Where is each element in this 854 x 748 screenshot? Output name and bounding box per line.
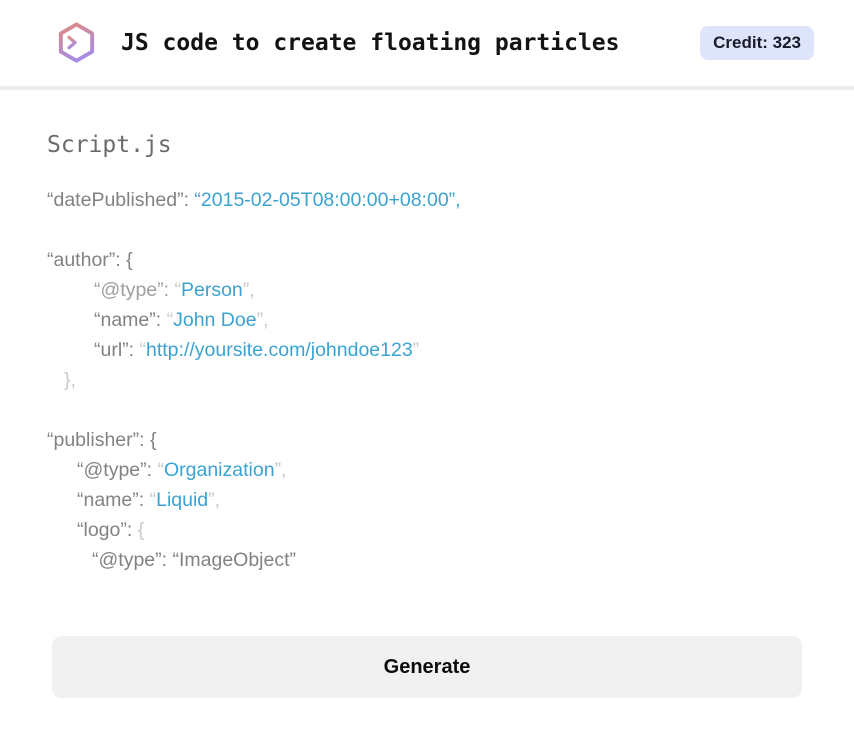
code-token: “name”: [77, 489, 150, 511]
code-token: http://yoursite.com/johndoe123 [146, 339, 413, 361]
file-title: Script.js [47, 132, 172, 158]
generate-button[interactable]: Generate [52, 636, 802, 698]
code-line: “name”: “Liquid”, [47, 485, 807, 515]
code-token: “publisher”: { [47, 429, 157, 451]
code-token: { [137, 519, 145, 541]
code-token: “datePublished”: [47, 189, 195, 211]
code-token: “author”: { [47, 249, 133, 271]
code-line: “@type”: “Organization”, [47, 455, 807, 485]
code-token: “2015-02-05T08:00:00+08:00”, [194, 189, 461, 211]
code-line: “url”: “http://yoursite.com/johndoe123” [47, 335, 807, 365]
code-line: “author”: { [47, 245, 807, 275]
code-token: “name”: [94, 309, 167, 331]
code-line: “publisher”: { [47, 425, 807, 455]
code-token: “@type”: [94, 279, 175, 301]
code-token: ”, [256, 309, 269, 331]
code-token: “@type”: “ImageObject” [92, 549, 297, 571]
page-title: JS code to create floating particles [121, 30, 620, 56]
code-line: “@type”: “Person”, [47, 275, 807, 305]
code-token: ”, [274, 459, 287, 481]
code-line: “logo”: { [47, 515, 807, 545]
code-line: “datePublished”: “2015-02-05T08:00:00+08… [47, 185, 807, 215]
code-token: ” [412, 339, 420, 361]
code-line: “@type”: “ImageObject” [47, 545, 807, 575]
code-block: “datePublished”: “2015-02-05T08:00:00+08… [47, 185, 807, 575]
credit-badge: Credit: 323 [700, 26, 814, 60]
code-token: Person [180, 279, 243, 301]
app-window: JS code to create floating particles Cre… [0, 0, 854, 748]
code-token: John Doe [173, 309, 257, 331]
code-panel: Script.js “datePublished”: “2015-02-05T0… [0, 131, 854, 698]
code-token: “logo”: [77, 519, 138, 541]
code-token: “@type”: [77, 459, 158, 481]
code-token: Liquid [156, 489, 209, 511]
code-token: ”, [208, 489, 221, 511]
code-token: }, [64, 369, 76, 391]
header: JS code to create floating particles Cre… [0, 0, 854, 90]
code-token: Organization [163, 459, 275, 481]
code-line: “name”: “John Doe”, [47, 305, 807, 335]
code-token: ”, [242, 279, 255, 301]
terminal-prompt-hexagon-icon [56, 21, 97, 66]
code-token: “url”: [94, 339, 140, 361]
code-line: }, [47, 365, 807, 395]
